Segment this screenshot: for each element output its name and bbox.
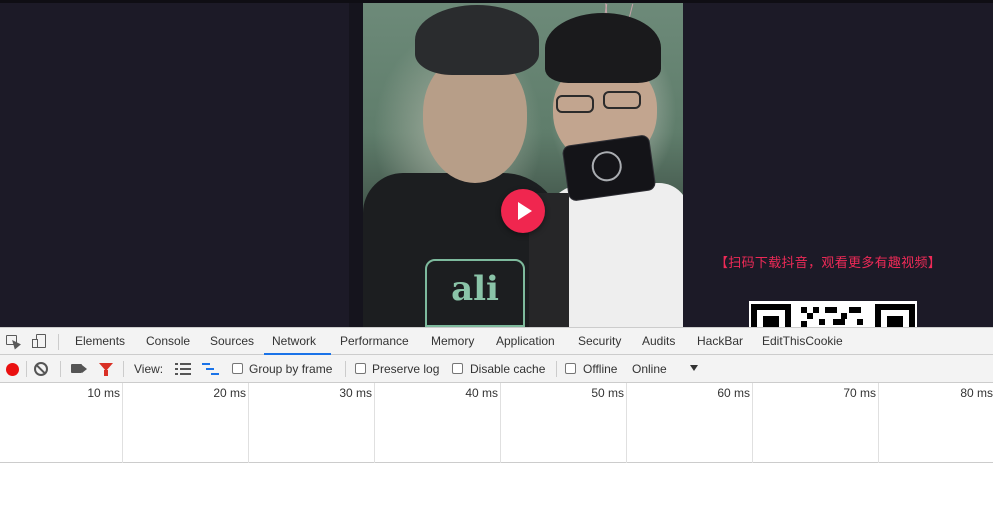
qr-module	[807, 313, 813, 319]
qr-module	[813, 307, 819, 313]
glasses-left-lens	[556, 95, 594, 113]
preserve-log-label[interactable]: Preserve log	[372, 362, 439, 376]
tabbar-divider	[58, 334, 59, 350]
download-prompt-text: 【扫码下载抖音，观看更多有趣视频】	[715, 256, 942, 271]
qr-finder-pattern	[751, 304, 791, 327]
capture-screenshots-icon[interactable]	[71, 364, 82, 373]
page-viewport: ali 【扫码下载抖音，观看更多有趣视频】	[0, 0, 993, 327]
tab-console[interactable]: Console	[144, 328, 192, 355]
timeline-grid-line	[626, 383, 627, 463]
show-overview-icon[interactable]	[202, 363, 220, 375]
preserve-log-checkbox[interactable]	[355, 363, 366, 374]
play-button[interactable]	[501, 189, 545, 233]
timeline-grid-line	[248, 383, 249, 463]
tab-hackbar[interactable]: HackBar	[695, 328, 745, 355]
inspect-element-icon[interactable]	[5, 333, 21, 350]
group-by-frame-checkbox[interactable]	[232, 363, 243, 374]
qr-module	[825, 307, 837, 313]
tab-network[interactable]: Network	[264, 328, 331, 355]
toolbar-divider	[26, 361, 27, 377]
timeline-tick-label: 50 ms	[591, 386, 624, 400]
person-right-hair	[545, 13, 661, 83]
tab-audits[interactable]: Audits	[640, 328, 677, 355]
qr-finder-pattern	[875, 304, 915, 327]
person-left-cap	[415, 5, 539, 75]
disable-cache-label[interactable]: Disable cache	[470, 362, 545, 376]
timeline-grid-line	[500, 383, 501, 463]
tab-sources[interactable]: Sources	[208, 328, 256, 355]
glasses-right-lens	[603, 91, 641, 109]
clear-icon[interactable]	[34, 362, 48, 376]
video-player[interactable]: ali	[363, 3, 683, 327]
timeline-grid-line	[374, 383, 375, 463]
timeline-tick-label: 80 ms	[960, 386, 993, 400]
tab-elements[interactable]: Elements	[73, 328, 127, 355]
devtools-tabbar: Elements Console Sources Network Perform…	[0, 328, 993, 355]
shirt-print: ali	[425, 259, 525, 327]
timeline-tick-label: 40 ms	[465, 386, 498, 400]
toolbar-divider	[123, 361, 124, 377]
network-overview-timeline[interactable]: 10 ms 20 ms 30 ms 40 ms 50 ms 60 ms 70 m…	[0, 383, 993, 463]
qr-module	[819, 319, 825, 325]
record-icon[interactable]	[6, 363, 19, 376]
large-request-rows-icon[interactable]	[175, 363, 191, 375]
network-toolbar: View: Group by frame Preserve log Disabl…	[0, 355, 993, 383]
timeline-tick-label: 10 ms	[87, 386, 120, 400]
device-toolbar-icon[interactable]	[32, 333, 48, 349]
tab-editthiscookie[interactable]: EditThisCookie	[760, 328, 845, 355]
toolbar-divider	[60, 361, 61, 377]
timeline-tick-label: 20 ms	[213, 386, 246, 400]
timeline-grid-line	[752, 383, 753, 463]
view-label: View:	[134, 362, 164, 376]
devtools-panel: Elements Console Sources Network Perform…	[0, 327, 993, 514]
tab-security[interactable]: Security	[576, 328, 623, 355]
timeline-tick-label: 30 ms	[339, 386, 372, 400]
offline-label[interactable]: Offline	[583, 362, 617, 376]
disable-cache-checkbox[interactable]	[452, 363, 463, 374]
phone-emblem-icon	[589, 149, 624, 184]
qr-module	[857, 319, 863, 325]
group-by-frame-label[interactable]: Group by frame	[249, 362, 332, 376]
tab-memory[interactable]: Memory	[429, 328, 476, 355]
throttling-select[interactable]: Online	[632, 362, 667, 376]
filter-icon[interactable]	[99, 363, 113, 376]
chevron-down-icon[interactable]	[690, 365, 698, 371]
qr-module	[849, 307, 861, 313]
offline-checkbox[interactable]	[565, 363, 576, 374]
timeline-grid-line	[878, 383, 879, 463]
qr-code	[749, 301, 917, 327]
timeline-tick-label: 60 ms	[717, 386, 750, 400]
play-icon	[518, 202, 532, 220]
tab-performance[interactable]: Performance	[338, 328, 411, 355]
tab-application[interactable]: Application	[494, 328, 557, 355]
qr-module	[833, 319, 845, 325]
timeline-grid-line	[122, 383, 123, 463]
toolbar-divider	[345, 361, 346, 377]
video-left-shadow	[349, 3, 363, 327]
timeline-tick-label: 70 ms	[843, 386, 876, 400]
toolbar-divider	[556, 361, 557, 377]
